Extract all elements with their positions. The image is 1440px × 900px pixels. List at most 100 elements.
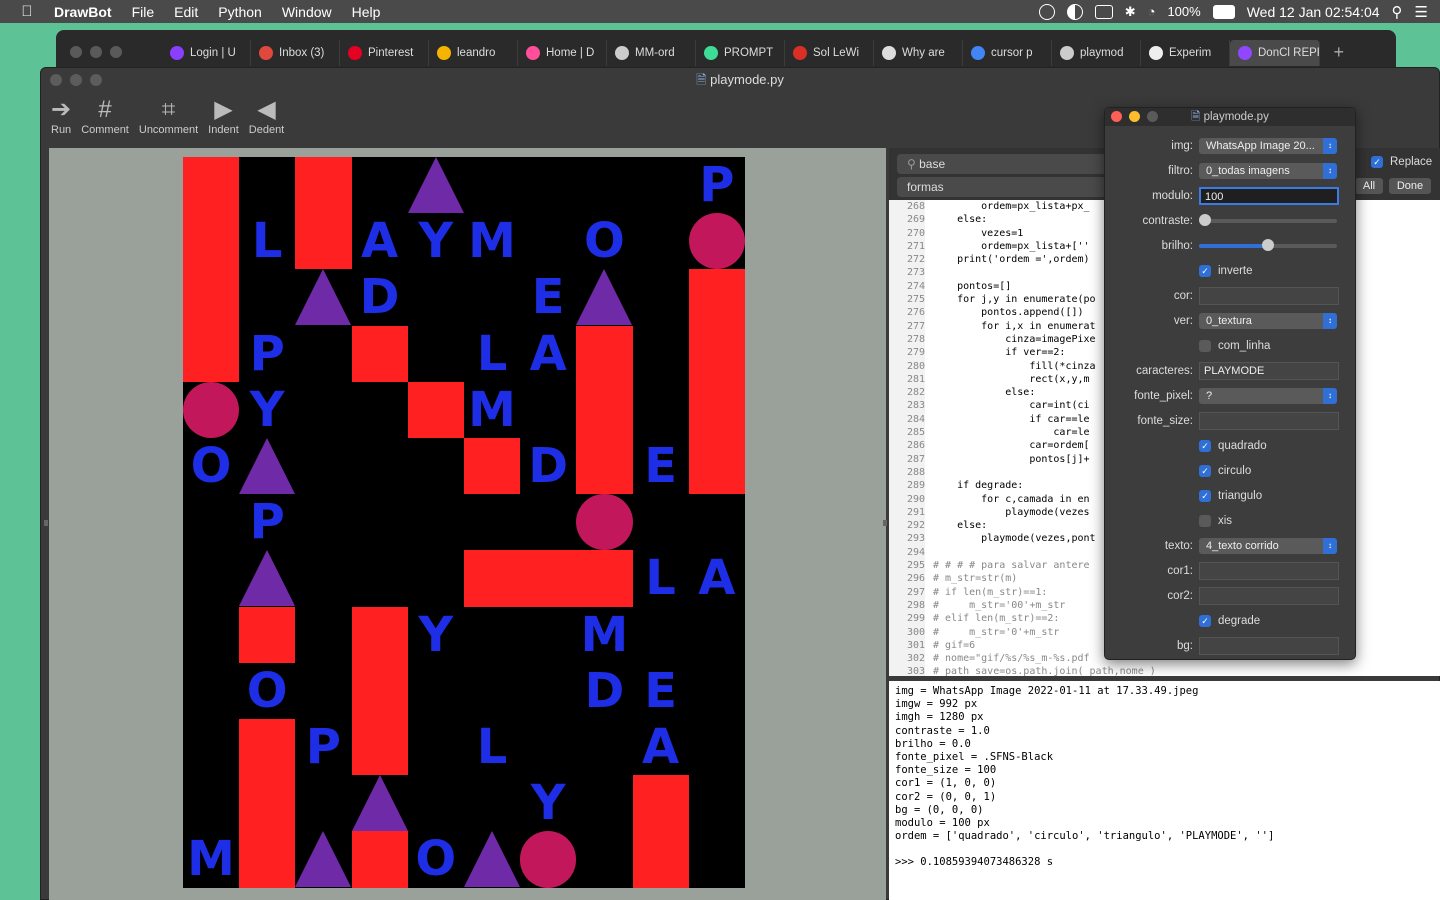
comment-button[interactable]: # Comment xyxy=(81,96,129,136)
creative-cloud-icon[interactable] xyxy=(1038,3,1055,20)
replace-input[interactable]: formas xyxy=(897,177,1107,197)
slider-knob[interactable] xyxy=(1262,238,1274,251)
line-number: 296 xyxy=(889,572,925,586)
cor2-input[interactable] xyxy=(1199,586,1339,605)
menu-edit[interactable]: Edit xyxy=(174,4,198,20)
browser-tab[interactable]: Inbox (3) xyxy=(251,40,340,66)
close-icon[interactable] xyxy=(70,46,82,58)
browser-tab[interactable]: Sol LeWi xyxy=(785,40,874,66)
ver-select[interactable]: 0_textura ↕ xyxy=(1199,312,1337,329)
modulo-input[interactable]: 100 xyxy=(1199,186,1339,205)
triangulo-label: triangulo xyxy=(1218,489,1263,502)
tab-label: Login | U xyxy=(190,47,236,59)
fonte-size-input[interactable] xyxy=(1199,411,1339,430)
circulo-checkbox[interactable]: ✓ circulo xyxy=(1199,464,1251,477)
contraste-slider[interactable] xyxy=(1199,213,1337,226)
browser-tab[interactable]: Why are xyxy=(874,40,963,66)
red-rectangle xyxy=(407,381,464,438)
browser-tab[interactable]: DonCl REPRO xyxy=(1230,40,1320,66)
menu-app[interactable]: DrawBot xyxy=(54,4,112,20)
bluetooth-icon[interactable]: ✱ xyxy=(1125,4,1136,20)
control-center-icon[interactable]: ☰ xyxy=(1415,3,1428,21)
quadrado-checkbox[interactable]: ✓ quadrado xyxy=(1199,439,1267,452)
line-number: 298 xyxy=(889,598,925,613)
triangulo-checkbox[interactable]: ✓ triangulo xyxy=(1199,489,1263,502)
hash-icon: # xyxy=(98,96,112,123)
line-number: 295 xyxy=(889,559,925,573)
menu-python[interactable]: Python xyxy=(218,4,262,20)
split-handle-left[interactable] xyxy=(44,520,48,526)
minimize-icon[interactable] xyxy=(90,46,102,58)
line-number: 280 xyxy=(889,359,925,373)
menu-file[interactable]: File xyxy=(132,4,155,20)
checkmark-icon: ✓ xyxy=(1199,614,1211,627)
dedent-button[interactable]: ◀ Dedent xyxy=(249,96,284,136)
blue-letter: D xyxy=(584,662,625,719)
inverte-checkbox[interactable]: ✓ inverte xyxy=(1199,264,1253,277)
battery-icon[interactable] xyxy=(1212,4,1235,19)
browser-tab[interactable]: MM-ord xyxy=(607,40,696,66)
uncomment-button[interactable]: ⌗ Uncomment xyxy=(139,96,198,136)
minimize-icon[interactable] xyxy=(1129,111,1140,122)
cor1-input[interactable] xyxy=(1199,561,1339,580)
night-mode-icon[interactable] xyxy=(1066,3,1083,20)
caracteres-input[interactable]: PLAYMODE xyxy=(1199,361,1339,380)
run-button[interactable]: ➔ Run xyxy=(51,96,71,136)
spotlight-icon[interactable]: ⚲ xyxy=(1392,3,1403,21)
menu-window[interactable]: Window xyxy=(282,4,332,20)
slider-knob[interactable] xyxy=(1199,213,1211,226)
row-brilho: brilho: xyxy=(1105,233,1357,258)
wifi-icon[interactable]: ◔ xyxy=(1148,4,1156,19)
replace-checkbox[interactable]: ✓ Replace xyxy=(1371,156,1432,168)
console-line: bg = (0, 0, 0) xyxy=(895,803,984,816)
menu-help[interactable]: Help xyxy=(352,4,381,20)
browser-tab[interactable]: leandro xyxy=(429,40,518,66)
zoom-icon[interactable] xyxy=(110,46,122,58)
apple-menu-icon[interactable]:  xyxy=(0,3,54,20)
browser-tab[interactable]: Login | U xyxy=(162,40,251,66)
tab-label: MM-ord xyxy=(635,47,675,59)
close-icon[interactable] xyxy=(50,74,62,86)
indent-button[interactable]: ▶ Indent xyxy=(208,96,239,136)
close-icon[interactable] xyxy=(1111,111,1122,122)
run-arrow-icon: ➔ xyxy=(51,96,72,123)
cor-input[interactable] xyxy=(1199,286,1339,305)
done-button[interactable]: Done xyxy=(1389,178,1431,194)
favicon-icon xyxy=(704,46,718,60)
browser-tab[interactable]: Home | D xyxy=(518,40,607,66)
texto-select[interactable]: 4_texto corrido ↕ xyxy=(1199,537,1337,554)
img-select[interactable]: WhatsApp Image 20... ↕ xyxy=(1199,137,1337,154)
browser-tab[interactable]: playmod xyxy=(1052,40,1141,66)
xis-checkbox[interactable]: xis xyxy=(1199,514,1232,527)
console-line: fonte_pixel = .SFNS-Black xyxy=(895,750,1054,763)
minimize-icon[interactable] xyxy=(70,74,82,86)
brilho-slider[interactable] xyxy=(1199,238,1337,251)
new-tab-icon[interactable]: + xyxy=(1333,42,1344,63)
replace-all-button[interactable]: All xyxy=(1355,178,1383,194)
output-console[interactable]: img = WhatsApp Image 2022-01-11 at 17.33… xyxy=(889,681,1440,900)
zoom-icon[interactable] xyxy=(1147,111,1158,122)
blue-letter: E xyxy=(531,269,565,326)
browser-tab[interactable]: Experim xyxy=(1141,40,1230,66)
find-input[interactable]: ⚲ base xyxy=(897,154,1107,174)
canvas-pane[interactable]: PLAYMODEPLAYMODEPLAYMODEPLAYMO xyxy=(49,148,886,900)
clock[interactable]: Wed 12 Jan 02:54:04 xyxy=(1247,4,1380,20)
console-line: contraste = 1.0 xyxy=(895,724,990,737)
filtro-select[interactable]: 0_todas imagens ↕ xyxy=(1199,162,1337,179)
zoom-icon[interactable] xyxy=(90,74,102,86)
purple-triangle xyxy=(351,775,408,832)
com-linha-checkbox[interactable]: com_linha xyxy=(1199,339,1270,352)
split-handle-mid[interactable] xyxy=(883,520,887,526)
code-text: pontos.append([]) xyxy=(933,307,1084,319)
quadrado-label: quadrado xyxy=(1218,439,1267,452)
code-line[interactable]: 303 # path_save=os.path.join( path,nome ) xyxy=(889,665,1440,676)
browser-tab[interactable]: Pinterest xyxy=(340,40,429,66)
browser-tab[interactable]: PROMPT xyxy=(696,40,785,66)
browser-tab[interactable]: cursor p xyxy=(963,40,1052,66)
fonte-pixel-select[interactable]: ? ↕ xyxy=(1199,387,1337,404)
keyboard-icon[interactable] xyxy=(1094,4,1113,19)
degrade-checkbox[interactable]: ✓ degrade xyxy=(1199,614,1260,627)
line-number: 282 xyxy=(889,386,925,400)
bg-input[interactable] xyxy=(1199,636,1339,655)
chevron-updown-icon: ↕ xyxy=(1323,137,1337,154)
